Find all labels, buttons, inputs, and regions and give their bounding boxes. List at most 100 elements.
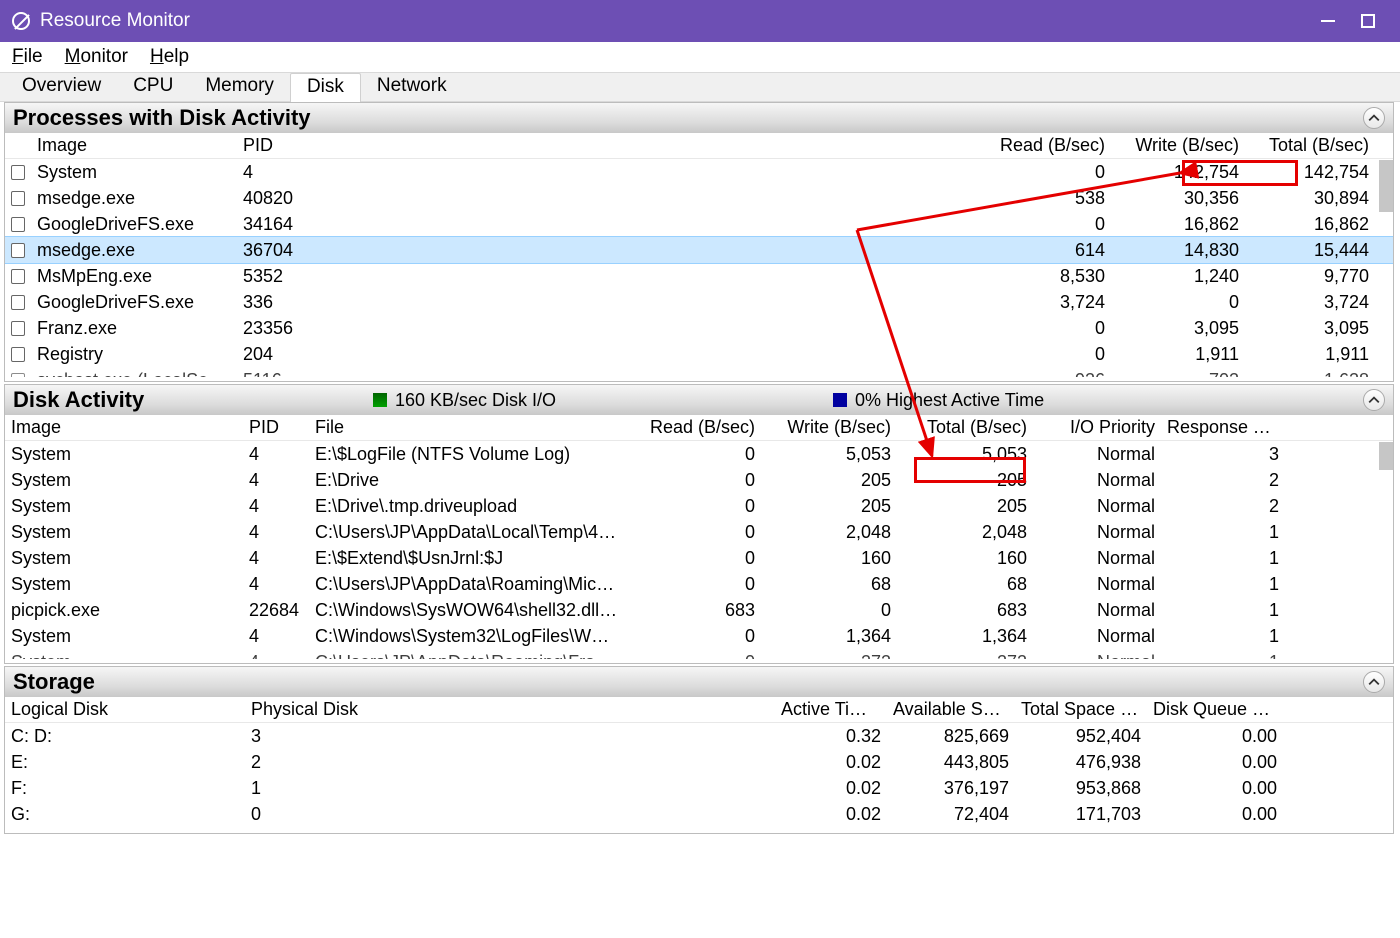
- panel-header[interactable]: Processes with Disk Activity: [5, 103, 1393, 133]
- checkbox[interactable]: [11, 295, 25, 310]
- cell-image: GoogleDriveFS.exe: [31, 292, 237, 313]
- tab-memory[interactable]: Memory: [189, 73, 290, 101]
- col-physical-disk[interactable]: Physical Disk: [245, 699, 775, 720]
- checkbox[interactable]: [11, 269, 25, 284]
- col-file[interactable]: File: [309, 417, 625, 438]
- col-read[interactable]: Read (B/sec): [625, 417, 761, 438]
- checkbox[interactable]: [11, 191, 25, 206]
- cell-priority: Normal: [1033, 626, 1161, 647]
- table-row[interactable]: picpick.exe22684C:\Windows\SysWOW64\shel…: [5, 597, 1393, 623]
- table-row[interactable]: E:20.02443,805476,9380.00: [5, 749, 1393, 775]
- col-image[interactable]: Image: [5, 417, 243, 438]
- table-row[interactable]: System4C:\Users\JP\AppData\Roaming\Micro…: [5, 571, 1393, 597]
- table-row[interactable]: GoogleDriveFS.exe34164016,86216,862: [5, 211, 1393, 237]
- panel-disk-activity: Disk Activity 160 KB/sec Disk I/O 0% Hig…: [4, 384, 1394, 664]
- collapse-button[interactable]: [1363, 107, 1385, 129]
- table-row[interactable]: System40142,754142,754: [5, 159, 1393, 185]
- table-row[interactable]: G:00.0272,404171,7030.00: [5, 801, 1393, 827]
- cell-read: 0: [951, 162, 1111, 183]
- cell-image: picpick.exe: [5, 600, 243, 621]
- cell-active: 0.32: [775, 726, 887, 747]
- panel-header[interactable]: Storage: [5, 667, 1393, 697]
- table-row[interactable]: System4C:\Users\JP\AppData\Local\Temp\43…: [5, 519, 1393, 545]
- cell-file: E:\$Extend\$UsnJrnl:$J: [309, 548, 625, 569]
- cell-queue: 0.00: [1147, 778, 1287, 799]
- cell-pid: 4: [243, 444, 309, 465]
- cell-totalspace: 952,404: [1015, 726, 1147, 747]
- cell-write: 160: [761, 548, 897, 569]
- menu-monitor[interactable]: Monitor: [65, 46, 128, 68]
- col-image[interactable]: Image: [31, 135, 237, 156]
- col-read[interactable]: Read (B/sec): [951, 135, 1111, 156]
- checkbox[interactable]: [11, 217, 25, 232]
- active-time-icon: [833, 393, 847, 407]
- table-row[interactable]: System4E:\$LogFile (NTFS Volume Log)05,0…: [5, 441, 1393, 467]
- col-available-space[interactable]: Available Space…: [887, 699, 1015, 720]
- tab-overview[interactable]: Overview: [6, 73, 117, 101]
- checkbox[interactable]: [11, 347, 25, 362]
- collapse-button[interactable]: [1363, 389, 1385, 411]
- cell-write: 5,053: [761, 444, 897, 465]
- cell-pid: 4: [243, 626, 309, 647]
- checkbox[interactable]: [11, 243, 25, 258]
- table-row[interactable]: System4E:\$Extend\$UsnJrnl:$J0160160Norm…: [5, 545, 1393, 571]
- cell-priority: Normal: [1033, 600, 1161, 621]
- maximize-button[interactable]: [1360, 13, 1376, 29]
- cell-read: 683: [625, 600, 761, 621]
- col-total[interactable]: Total (B/sec): [897, 417, 1033, 438]
- scrollbar-thumb[interactable]: [1379, 442, 1393, 470]
- cell-total: 3,095: [1245, 318, 1379, 339]
- col-response[interactable]: Response Time…: [1161, 417, 1289, 438]
- cell-read: 0: [625, 574, 761, 595]
- col-total-space[interactable]: Total Space (MB): [1015, 699, 1147, 720]
- col-write[interactable]: Write (B/sec): [761, 417, 897, 438]
- cell-total: 2,048: [897, 522, 1033, 543]
- cell-totalspace: 171,703: [1015, 804, 1147, 825]
- col-queue-length[interactable]: Disk Queue Le…: [1147, 699, 1287, 720]
- table-row[interactable]: F:10.02376,197953,8680.00: [5, 775, 1393, 801]
- cell-response: 2: [1161, 496, 1289, 517]
- minimize-button[interactable]: [1320, 13, 1336, 29]
- table-row[interactable]: MsMpEng.exe53528,5301,2409,770: [5, 263, 1393, 289]
- table-row[interactable]: GoogleDriveFS.exe3363,72403,724: [5, 289, 1393, 315]
- menu-help[interactable]: Help: [150, 46, 189, 68]
- tab-disk[interactable]: Disk: [290, 73, 361, 102]
- col-total[interactable]: Total (B/sec): [1245, 135, 1379, 156]
- cell-pid: 5352: [237, 266, 317, 287]
- cell-write: 2,048: [761, 522, 897, 543]
- collapse-button[interactable]: [1363, 671, 1385, 693]
- cell-total: 30,894: [1245, 188, 1379, 209]
- panel-title: Disk Activity: [13, 387, 373, 413]
- table-row[interactable]: System4E:\Drive\.tmp.driveupload0205205N…: [5, 493, 1393, 519]
- cell-file: C:\Users\JP\AppData\Roaming\Microsoft…: [309, 574, 625, 595]
- table-row[interactable]: System4C:\Windows\System32\LogFiles\WMI\…: [5, 623, 1393, 649]
- panel-header[interactable]: Disk Activity 160 KB/sec Disk I/O 0% Hig…: [5, 385, 1393, 415]
- table-row[interactable]: Franz.exe2335603,0953,095: [5, 315, 1393, 341]
- col-priority[interactable]: I/O Priority: [1033, 417, 1161, 438]
- checkbox[interactable]: [11, 321, 25, 336]
- table-row[interactable]: msedge.exe3670461414,83015,444: [5, 237, 1393, 263]
- scrollbar-thumb[interactable]: [1379, 160, 1393, 212]
- checkbox[interactable]: [11, 165, 25, 180]
- cell-total: 1,911: [1245, 344, 1379, 365]
- cell-image: MsMpEng.exe: [31, 266, 237, 287]
- cell-queue: 0.00: [1147, 726, 1287, 747]
- col-write[interactable]: Write (B/sec): [1111, 135, 1245, 156]
- col-logical-disk[interactable]: Logical Disk: [5, 699, 245, 720]
- cell-queue: 0.00: [1147, 752, 1287, 773]
- cell-logical: E:: [5, 752, 245, 773]
- table-row[interactable]: Registry20401,9111,911: [5, 341, 1393, 367]
- cell-totalspace: 476,938: [1015, 752, 1147, 773]
- cell-priority: Normal: [1033, 470, 1161, 491]
- table-row[interactable]: System4E:\Drive0205205Normal2: [5, 467, 1393, 493]
- col-pid[interactable]: PID: [237, 135, 317, 156]
- col-pid[interactable]: PID: [243, 417, 309, 438]
- tab-network[interactable]: Network: [361, 73, 463, 101]
- table-row[interactable]: msedge.exe4082053830,35630,894: [5, 185, 1393, 211]
- cell-physical: 1: [245, 778, 775, 799]
- table-row[interactable]: C: D:30.32825,669952,4040.00: [5, 723, 1393, 749]
- tab-cpu[interactable]: CPU: [117, 73, 189, 101]
- col-active-time[interactable]: Active Time (%): [775, 699, 887, 720]
- cell-priority: Normal: [1033, 444, 1161, 465]
- menu-file[interactable]: File: [12, 46, 43, 68]
